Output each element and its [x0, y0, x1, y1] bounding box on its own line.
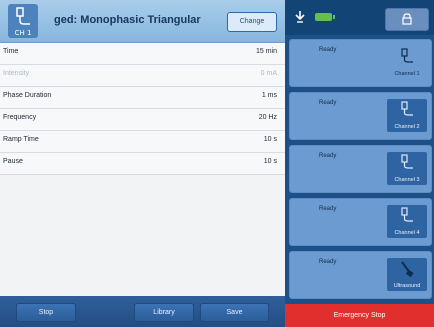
channel-status: Ready [319, 47, 337, 53]
channel-status: Ready [319, 259, 337, 265]
param-value: 20 Hz [258, 114, 277, 121]
param-value: 15 min [255, 48, 277, 55]
channel-probe-icon: CH 1 [8, 4, 38, 38]
device-screen: CH 1 ged: Monophasic Triangular Change T… [0, 0, 434, 327]
channels-panel: Ready Channel 1 Ready Channel 2 Ready Ch… [285, 0, 434, 327]
library-button[interactable]: Library [134, 303, 194, 322]
param-label: Frequency [3, 114, 37, 121]
channel-tile-ultrasound[interactable]: Ready Ultrasound [289, 251, 432, 299]
channel-label: Channel 2 [394, 124, 420, 130]
channel-tile-4[interactable]: Ready Channel 4 [289, 198, 432, 246]
ultrasound-probe-icon [401, 261, 414, 278]
channel-label: Channel 1 [394, 71, 420, 77]
channel-probe-icon [401, 101, 413, 116]
param-row-ramp-time[interactable]: Ramp Time 10 s [0, 131, 285, 153]
param-value: 1 ms [261, 92, 277, 99]
channel-label: Ultrasound [393, 283, 421, 289]
param-row-frequency[interactable]: Frequency 20 Hz [0, 109, 285, 131]
param-value: 10 s [263, 158, 277, 165]
param-row-phase-duration[interactable]: Phase Duration 1 ms [0, 87, 285, 109]
program-title: ged: Monophasic Triangular [54, 14, 201, 26]
channel-label: Channel 4 [394, 230, 420, 236]
stop-button[interactable]: Stop [16, 303, 76, 322]
channel-status: Ready [319, 153, 337, 159]
channel-button[interactable]: Channel 4 [387, 205, 427, 238]
channel-number: CH 1 [14, 29, 32, 37]
param-row-pause[interactable]: Pause 10 s [0, 153, 285, 175]
channel-status: Ready [319, 100, 337, 106]
channel-probe-icon [401, 154, 413, 169]
program-panel: CH 1 ged: Monophasic Triangular Change T… [0, 0, 285, 327]
change-button[interactable]: Change [227, 12, 277, 32]
param-label: Phase Duration [3, 92, 52, 99]
emergency-stop-button[interactable]: Emergency Stop [285, 304, 434, 327]
lock-button[interactable] [385, 8, 429, 31]
param-row-intensity: Intensity 0 mA [0, 65, 285, 87]
channel-button[interactable]: Channel 3 [387, 152, 427, 185]
channel-probe-icon [401, 48, 413, 63]
param-label: Intensity [3, 70, 30, 77]
lock-icon [402, 13, 412, 25]
channel-button[interactable]: Channel 1 [387, 46, 427, 79]
channel-label: Channel 3 [394, 177, 420, 183]
param-label: Ramp Time [3, 136, 39, 143]
channel-tile-1[interactable]: Ready Channel 1 [289, 39, 432, 87]
program-header: CH 1 ged: Monophasic Triangular Change [0, 0, 285, 43]
channel-probe-icon [401, 207, 413, 222]
param-label: Pause [3, 158, 23, 165]
save-button[interactable]: Save [200, 303, 269, 322]
status-bar [285, 0, 434, 35]
channel-button[interactable]: Channel 2 [387, 99, 427, 132]
program-toolbar: Stop Library Save [0, 296, 285, 327]
pulse-icon [295, 11, 305, 23]
parameter-list: Time 15 min Intensity 0 mA Phase Duratio… [0, 43, 285, 175]
param-row-time[interactable]: Time 15 min [0, 43, 285, 65]
param-value: 0 mA [260, 70, 277, 77]
channel-button[interactable]: Ultrasound [387, 258, 427, 291]
param-label: Time [3, 48, 19, 55]
channel-tile-3[interactable]: Ready Channel 3 [289, 145, 432, 193]
channel-tile-2[interactable]: Ready Channel 2 [289, 92, 432, 140]
param-value: 10 s [263, 136, 277, 143]
battery-icon [315, 13, 335, 21]
channel-status: Ready [319, 206, 337, 212]
